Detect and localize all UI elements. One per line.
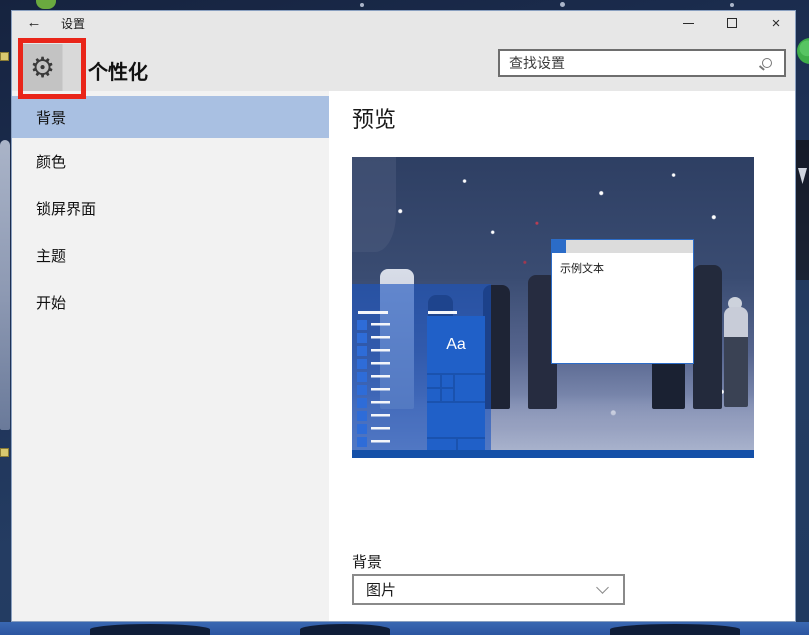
sidebar-item-colors[interactable]: 颜色: [12, 138, 329, 185]
sample-window-titlebar: [552, 240, 693, 253]
start-tile-aa: Aa: [427, 316, 485, 373]
main-content: 预览: [329, 91, 795, 622]
tile-divider: [427, 401, 485, 403]
window-body: 背景 颜色 锁屏界面 主题 开始 预览: [12, 91, 795, 622]
wallpaper-silhouette: [90, 624, 210, 635]
sidebar-item-start[interactable]: 开始: [12, 279, 329, 326]
settings-window: ← 设置 × ⚙ 个性化: [11, 10, 796, 622]
close-button[interactable]: ×: [759, 11, 793, 35]
sample-window-text: 示例文本: [560, 260, 604, 276]
wallpaper-silhouette: [300, 624, 390, 635]
start-menu-item-dashes: [371, 323, 390, 449]
sidebar-item-lockscreen[interactable]: 锁屏界面: [12, 185, 329, 232]
maximize-button[interactable]: [715, 11, 749, 35]
titlebar[interactable]: ← 设置 ×: [12, 11, 795, 35]
annotation-red-highlight-box: [18, 38, 86, 99]
preview-haze: [352, 157, 396, 252]
dropdown-selected-value: 图片: [354, 579, 598, 600]
preview-sample-window: 示例文本: [551, 239, 694, 364]
wallpaper-figure-shirt: [798, 168, 807, 184]
back-button[interactable]: ←: [22, 13, 46, 33]
desktop-icon-green: [36, 0, 56, 9]
wallpaper-dot: [560, 2, 565, 7]
desktop-icon-label: [0, 52, 9, 61]
wallpaper-figure-right: [796, 140, 809, 280]
background-type-dropdown[interactable]: 图片: [352, 574, 625, 605]
wallpaper-dot: [360, 3, 364, 7]
wallpaper-figure-left: [0, 140, 10, 430]
preview-start-menu: Aa: [352, 284, 491, 450]
page-title: 个性化: [88, 56, 148, 85]
sidebar-item-background[interactable]: 背景: [12, 96, 329, 138]
desktop-preview-image: Aa 示例文本: [352, 157, 754, 458]
search-input[interactable]: [500, 55, 762, 71]
window-topbar: ← 设置 × ⚙ 个性化: [12, 11, 795, 91]
desktop-icon-green-circle: [797, 38, 809, 64]
start-menu-line: [358, 311, 388, 314]
sample-window-accent-square: [552, 240, 566, 253]
minimize-button[interactable]: [671, 11, 705, 35]
close-icon: ×: [772, 16, 781, 31]
chevron-down-icon: [596, 581, 609, 594]
wallpaper-silhouette: [610, 624, 740, 635]
preview-figure: [693, 265, 722, 409]
tile-divider: [440, 373, 442, 401]
sidebar-item-themes[interactable]: 主题: [12, 232, 329, 279]
window-title: 设置: [61, 15, 85, 32]
preview-start-tiles: Aa: [427, 316, 485, 450]
start-menu-item-squares: [357, 320, 367, 448]
preview-heading: 预览: [352, 102, 396, 134]
desktop-wallpaper: ← 设置 × ⚙ 个性化: [0, 0, 809, 635]
maximize-icon: [727, 18, 737, 28]
search-box[interactable]: [498, 49, 786, 77]
preview-figure: [724, 307, 748, 407]
background-label: 背景: [352, 551, 382, 572]
start-menu-line: [428, 311, 457, 314]
tile-divider: [453, 373, 455, 401]
tile-divider: [427, 373, 485, 375]
tile-divider: [456, 437, 458, 450]
desktop-icon-label: [0, 448, 9, 457]
preview-taskbar: [352, 450, 754, 458]
wallpaper-dot: [730, 3, 734, 7]
minimize-icon: [683, 23, 694, 24]
search-icon[interactable]: [762, 58, 772, 68]
sidebar: 背景 颜色 锁屏界面 主题 开始: [12, 91, 329, 622]
